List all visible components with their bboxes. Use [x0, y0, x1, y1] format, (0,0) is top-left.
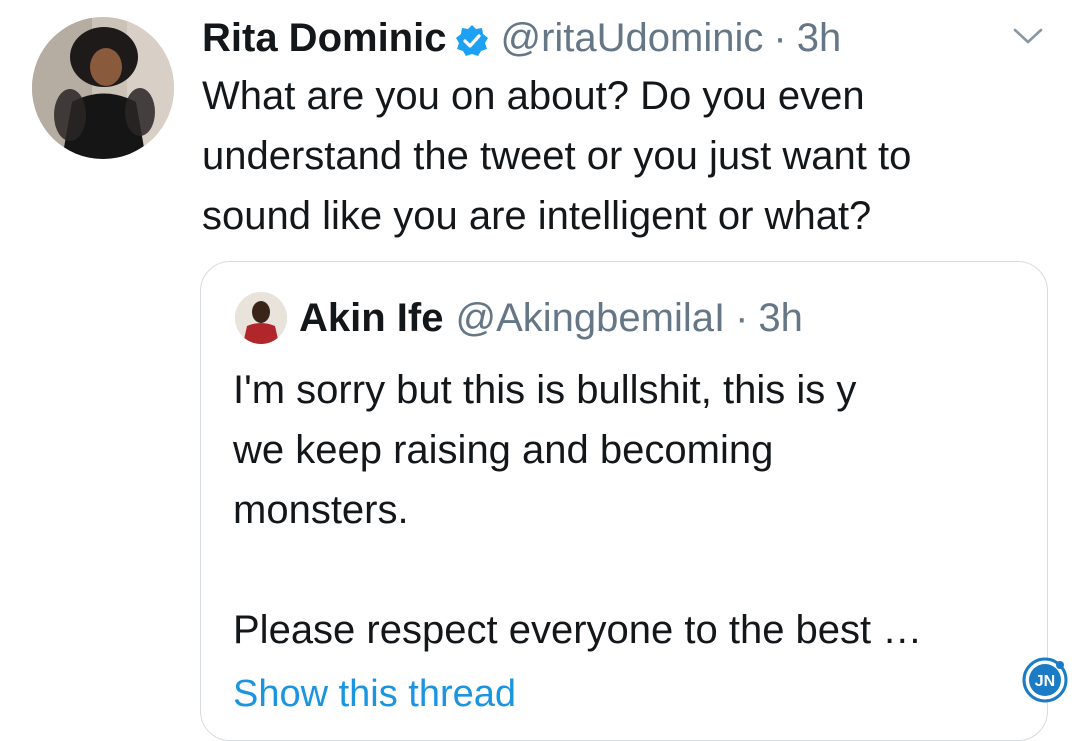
author-handle[interactable]: @ritaUdominic: [500, 12, 763, 64]
quoted-author-handle[interactable]: @AkingbemilaI: [455, 290, 725, 346]
tweet-text-line: understand the tweet or you just want to: [202, 134, 912, 178]
quoted-text-line: [233, 540, 1023, 600]
quoted-text-line: we keep raising and becoming: [233, 428, 774, 472]
tweet-text-line: What are you on about? Do you even: [202, 74, 865, 118]
verified-badge-icon: [454, 20, 490, 56]
tweet-header: Rita Dominic @ritaUdominic · 3h: [202, 12, 841, 64]
tweet-text: What are you on about? Do you even under…: [202, 66, 1042, 246]
quoted-text-line: monsters.: [233, 488, 409, 532]
quoted-tweet-header: Akin Ife @AkingbemilaI · 3h: [299, 290, 803, 346]
watermark-text: JN: [1035, 673, 1055, 690]
tweet-timestamp[interactable]: 3h: [797, 12, 842, 64]
quoted-tweet-card[interactable]: Akin Ife @AkingbemilaI · 3h I'm sorry bu…: [200, 261, 1048, 741]
quoted-author-name[interactable]: Akin Ife: [299, 290, 443, 346]
quoted-text-line: Please respect everyone to the best …: [233, 608, 923, 652]
author-name[interactable]: Rita Dominic: [202, 12, 446, 64]
quoted-text-line: I'm sorry but this is bullshit, this is …: [233, 368, 857, 412]
quoted-avatar-photo: [235, 292, 287, 344]
quoted-author-avatar[interactable]: [235, 292, 287, 344]
jn-watermark-logo: JN: [1022, 657, 1068, 703]
avatar-photo: [32, 17, 174, 159]
quoted-tweet-timestamp[interactable]: 3h: [758, 290, 803, 346]
tweet-text-line: sound like you are intelligent or what?: [202, 194, 872, 238]
quoted-tweet-text: I'm sorry but this is bullshit, this is …: [233, 360, 1023, 660]
show-thread-link[interactable]: Show this thread: [233, 668, 516, 720]
author-avatar[interactable]: [32, 17, 174, 159]
separator-dot: ·: [773, 16, 787, 60]
separator-dot: ·: [735, 296, 749, 340]
chevron-down-icon[interactable]: [1010, 22, 1046, 50]
